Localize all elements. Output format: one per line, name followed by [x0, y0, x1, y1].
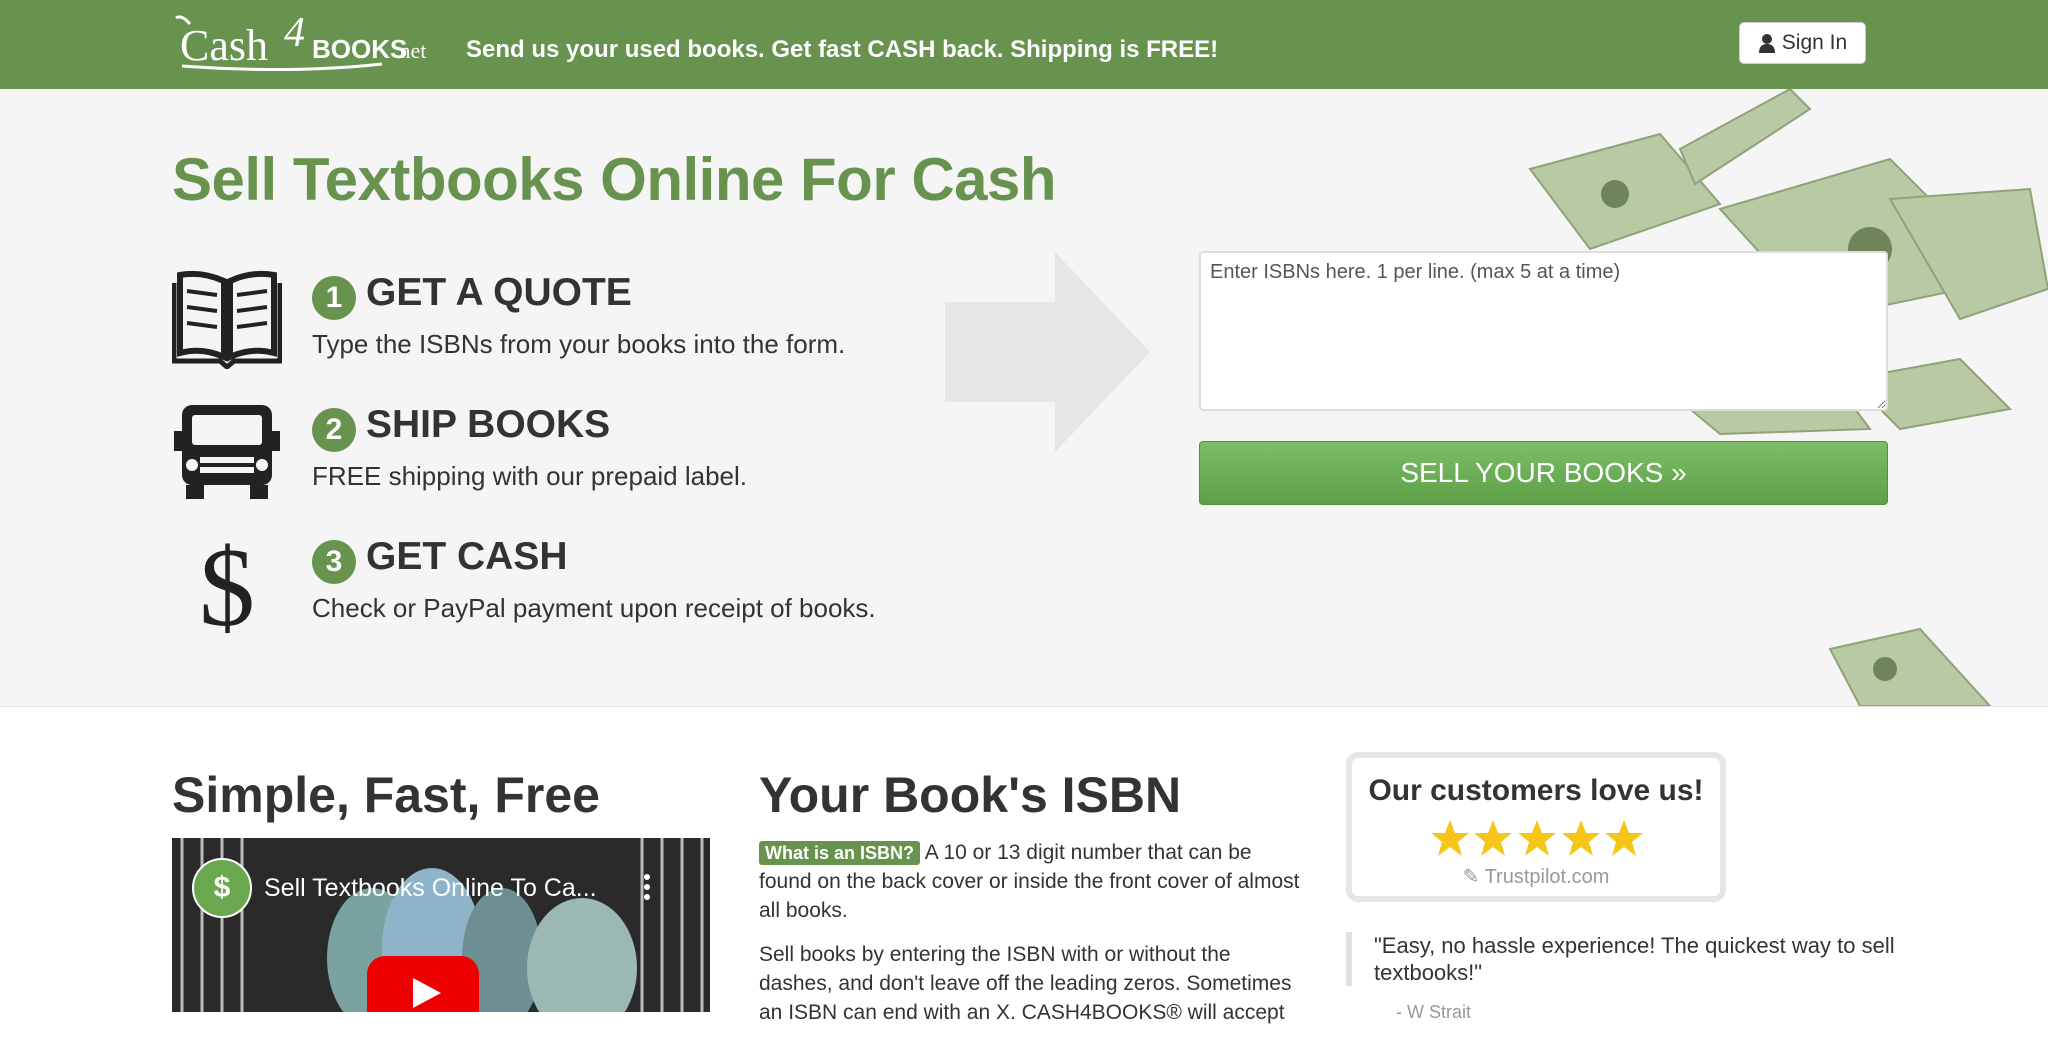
user-icon: [1758, 34, 1775, 53]
step-get-cash: $ 3 GET CASH Check or PayPal payment upo…: [172, 533, 972, 643]
isbn-info: What is an ISBN? A 10 or 13 digit number…: [759, 838, 1304, 1042]
step-heading: GET CASH: [366, 535, 568, 578]
dollar-sign-icon: $: [199, 533, 255, 633]
channel-logo-icon[interactable]: $: [192, 858, 252, 918]
reviews-title: Our customers love us!: [1368, 774, 1704, 807]
svg-text:Cash: Cash: [180, 21, 268, 70]
trustpilot-source-label: Trustpilot.com: [1484, 866, 1610, 888]
what-is-isbn-badge: What is an ISBN?: [759, 841, 921, 865]
arrow-right-icon: [945, 252, 1150, 452]
isbn-input[interactable]: [1199, 251, 1888, 411]
sign-in-label: Sign In: [1781, 31, 1848, 54]
cash4books-logo[interactable]: Cash 4 BOOKS .net: [172, 12, 442, 78]
step-number: 2: [312, 408, 356, 452]
svg-text:4: 4: [284, 12, 305, 56]
step-heading: GET A QUOTE: [366, 271, 632, 314]
hero-title: Sell Textbooks Online For Cash: [172, 146, 1057, 213]
isbn-section-title: Your Book's ISBN: [759, 767, 1182, 823]
top-header-bar: Cash 4 BOOKS .net Send us your used book…: [0, 0, 2048, 89]
step-get-quote: 1 GET A QUOTE Type the ISBNs from your b…: [172, 269, 972, 379]
step-number: 1: [312, 276, 356, 320]
isbn-definition: What is an ISBN? A 10 or 13 digit number…: [759, 838, 1304, 925]
star-icon: [1562, 820, 1600, 856]
video-section-title: Simple, Fast, Free: [172, 767, 600, 823]
quote-author: - W Strait: [1396, 1002, 1471, 1022]
trustpilot-icon: ✎: [1462, 866, 1480, 888]
sell-your-books-button[interactable]: SELL YOUR BOOKS »: [1199, 441, 1888, 505]
step-ship-books: 2 SHIP BOOKS FREE shipping with our prep…: [172, 401, 972, 511]
header-tagline: Send us your used books. Get fast CASH b…: [466, 36, 1219, 63]
isbn-instructions: Sell books by entering the ISBN with or …: [759, 943, 1292, 1024]
step-description: Check or PayPal payment upon receipt of …: [312, 593, 876, 623]
step-description: FREE shipping with our prepaid label.: [312, 461, 748, 491]
step-number: 3: [312, 540, 356, 584]
svg-text:.net: .net: [394, 38, 426, 63]
truck-icon: [174, 405, 280, 499]
svg-text:$: $: [199, 533, 255, 633]
star-icon: [1474, 820, 1512, 856]
video-player[interactable]: $ Sell Textbooks Online To Ca...: [172, 838, 710, 1012]
step-heading: SHIP BOOKS: [366, 403, 611, 446]
star-icon: [1518, 820, 1556, 856]
star-icon: [1605, 820, 1643, 856]
trustpilot-source: ✎ Trustpilot.com: [1346, 864, 1726, 889]
play-icon[interactable]: [357, 956, 489, 1012]
hero-section: Sell Textbooks Online For Cash 1 GET A Q…: [0, 89, 2048, 707]
more-options-icon[interactable]: [642, 872, 652, 902]
trustpilot-widget[interactable]: Our customers love us! ✎ Trustpilot.com: [1346, 752, 1726, 902]
star-icon: [1431, 820, 1469, 856]
step-description: Type the ISBNs from your books into the …: [312, 329, 846, 359]
video-title[interactable]: Sell Textbooks Online To Ca...: [264, 874, 597, 903]
five-star-rating: [1431, 820, 1643, 856]
open-book-icon: [172, 270, 282, 369]
sign-in-button[interactable]: Sign In: [1739, 22, 1866, 64]
customer-quote: "Easy, no hassle experience! The quickes…: [1346, 932, 1914, 986]
